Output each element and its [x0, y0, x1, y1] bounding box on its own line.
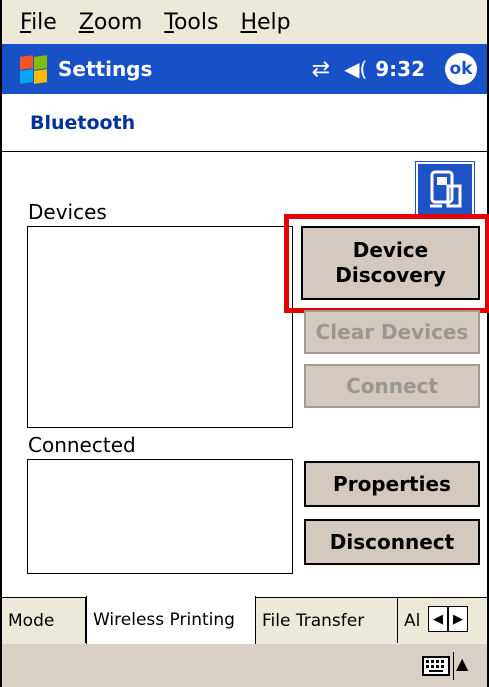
menu-bar: File Zoom Tools Help: [2, 0, 487, 44]
connected-label: Connected: [28, 433, 136, 457]
tab-file-transfer[interactable]: File Transfer: [256, 598, 398, 643]
highlight-box: [284, 214, 489, 313]
connect-button[interactable]: Connect: [304, 364, 480, 408]
command-bar: ▲: [2, 644, 487, 687]
clock[interactable]: 9:32: [375, 57, 425, 81]
tab-more[interactable]: Al: [398, 598, 428, 643]
pda-screen: File Zoom Tools Help Settings ⇄ ◀︎( 9:32…: [0, 0, 489, 687]
window-title: Settings: [58, 57, 153, 81]
bluetooth-device-icon: [416, 162, 474, 216]
title-bar: Settings ⇄ ◀︎( 9:32 ok: [2, 44, 487, 94]
divider: [453, 652, 454, 680]
input-selector-icon[interactable]: ▲: [456, 654, 468, 673]
connected-list[interactable]: [27, 459, 293, 574]
connectivity-icon[interactable]: ⇄: [312, 57, 330, 82]
clear-devices-button[interactable]: Clear Devices: [304, 310, 480, 354]
page-header: Bluetooth: [2, 94, 487, 152]
tab-strip: Mode Wireless Printing File Transfer Al …: [2, 596, 487, 644]
page-title: Bluetooth: [30, 112, 136, 134]
speaker-icon[interactable]: ◀︎(: [344, 57, 367, 81]
properties-button[interactable]: Properties: [304, 461, 480, 507]
tab-scroll-left-icon[interactable]: ◀: [428, 606, 448, 632]
tab-mode[interactable]: Mode: [2, 598, 86, 643]
start-menu-icon[interactable]: [18, 54, 48, 84]
devices-label: Devices: [28, 200, 107, 224]
tab-wireless-printing[interactable]: Wireless Printing: [86, 596, 256, 644]
menu-file[interactable]: File: [20, 10, 57, 35]
menu-help[interactable]: Help: [240, 10, 290, 35]
disconnect-button[interactable]: Disconnect: [304, 519, 480, 565]
devices-list[interactable]: [27, 226, 293, 428]
tab-scroll-right-icon[interactable]: ▶: [448, 606, 468, 632]
ok-button[interactable]: ok: [445, 53, 477, 85]
menu-zoom[interactable]: Zoom: [79, 10, 142, 35]
menu-tools[interactable]: Tools: [164, 10, 218, 35]
keyboard-icon[interactable]: [422, 656, 450, 676]
